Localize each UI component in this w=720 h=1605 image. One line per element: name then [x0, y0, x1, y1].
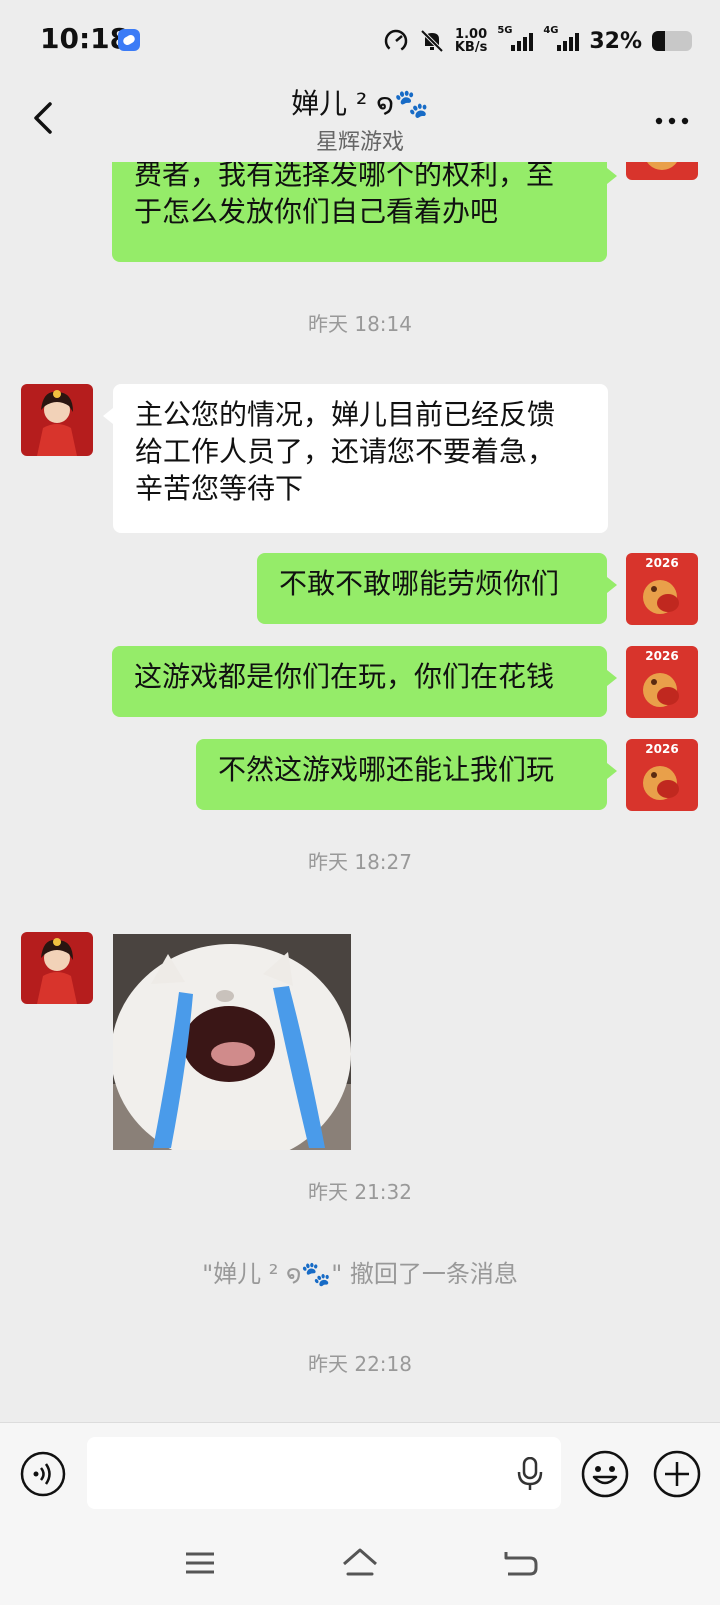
mic-icon[interactable]	[517, 1457, 543, 1491]
message-text: 主公您的情况，婵儿目前已经反馈	[135, 398, 556, 431]
message-text: 不然这游戏哪还能让我们玩	[218, 753, 555, 786]
my-avatar[interactable]: 2026	[626, 646, 698, 718]
timestamp: 昨天 21:32	[308, 1180, 412, 1204]
network-speed: 1.00 KB/s	[455, 28, 487, 54]
signal-5g-label: 5G	[497, 25, 513, 36]
avatar-year-text: 2026	[645, 556, 678, 570]
avatar-year-text: 2026	[645, 742, 678, 756]
message-text: 不敢不敢哪能劳烦你们	[279, 567, 560, 600]
avatar-year-text: 2026	[645, 649, 678, 663]
message-bubble-sent[interactable]: 不敢不敢哪能劳烦你们	[257, 553, 617, 624]
signal-4g-label: 4G	[543, 25, 559, 36]
contact-avatar[interactable]	[21, 384, 93, 456]
message-text: 给工作人员了，还请您不要着急，	[135, 435, 556, 468]
timestamp: 昨天 18:14	[308, 312, 412, 336]
my-avatar[interactable]	[626, 162, 698, 180]
net-speed-unit: KB/s	[454, 40, 488, 55]
message-text: 于怎么发放你们自己看着办吧	[134, 195, 499, 228]
chat-title: 婵儿 ² ໑🐾	[291, 87, 429, 120]
return-icon[interactable]	[500, 1546, 540, 1580]
signal-5g-icon: 5G	[497, 25, 534, 51]
message-bubble-sent[interactable]: 这游戏都是你们在玩，你们在花钱	[112, 646, 617, 717]
message-input[interactable]	[87, 1437, 561, 1509]
status-time: 10:18	[40, 22, 130, 55]
signal-4g-icon: 4G	[543, 25, 580, 51]
chat-subtitle: 星辉游戏	[315, 130, 404, 155]
contact-avatar[interactable]	[21, 932, 93, 1004]
my-avatar[interactable]: 2026	[626, 553, 698, 625]
message-text: 辛苦您等待下	[135, 472, 304, 505]
system-nav-bar	[0, 1532, 720, 1605]
status-bar: 10:18 1.00 KB/s 5G 4G 32%	[0, 0, 720, 80]
emoji-icon[interactable]	[580, 1449, 630, 1499]
status-indicators: 1.00 KB/s 5G 4G 32%	[383, 24, 692, 58]
battery-percent: 32%	[589, 28, 642, 54]
menu-icon[interactable]	[180, 1546, 220, 1580]
my-avatar[interactable]: 2026	[626, 739, 698, 811]
input-bar	[0, 1422, 720, 1533]
message-bubble-sent[interactable]: 不然这游戏哪还能让我们玩	[196, 739, 617, 810]
message-bubble-received[interactable]: 主公您的情况，婵儿目前已经反馈 给工作人员了，还请您不要着急， 辛苦您等待下	[103, 384, 608, 533]
message-list[interactable]: 费者，我有选择发哪个的权利，至 于怎么发放你们自己看着办吧 昨天 18:14 主…	[0, 162, 720, 1422]
timestamp: 昨天 22:18	[308, 1352, 412, 1376]
more-icon[interactable]	[654, 116, 690, 126]
plus-icon[interactable]	[652, 1449, 702, 1499]
message-bubble-sent[interactable]: 费者，我有选择发哪个的权利，至 于怎么发放你们自己看着办吧	[112, 162, 617, 262]
chat-header: 婵儿 ² ໑🐾 星辉游戏	[0, 80, 720, 162]
message-text: 费者，我有选择发哪个的权利，至	[134, 162, 555, 191]
crying-cat-sticker[interactable]	[113, 934, 351, 1150]
message-text: 这游戏都是你们在玩，你们在花钱	[134, 660, 555, 693]
app-notification-icon	[118, 29, 140, 51]
mute-bell-icon	[420, 29, 444, 53]
voice-icon[interactable]	[20, 1451, 66, 1497]
home-icon[interactable]	[340, 1546, 380, 1580]
recall-notice: "婵儿 ² ໑🐾" 撤回了一条消息	[202, 1260, 518, 1288]
battery-icon	[652, 31, 692, 51]
timestamp: 昨天 18:27	[308, 850, 412, 874]
speed-gauge-icon	[384, 29, 408, 53]
